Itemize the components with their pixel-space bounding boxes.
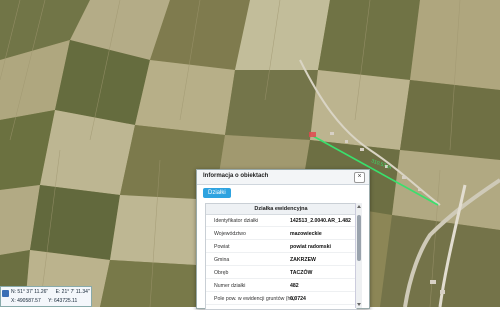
section-title: Działka ewidencyjna — [206, 204, 356, 215]
tab-dzialki[interactable]: Działki — [203, 188, 231, 198]
geo-coordinates: N: 51° 37' 11.26" E: 21° 7' 11.34" — [11, 289, 90, 295]
row-value: 482 — [290, 283, 299, 289]
projected-coordinates: X: 490587.57 Y: 643725.11 — [11, 298, 77, 304]
parcel-marker — [309, 132, 316, 137]
dialog-header: Informacja o obiektach × — [197, 170, 369, 185]
table-row: Identyfikator działki 142513_2.0040.AR_1… — [206, 215, 356, 227]
y-value: Y: 643725.11 — [48, 298, 78, 304]
row-value: ZAKRZEW — [290, 257, 316, 263]
row-key: Obręb — [214, 270, 229, 276]
dialog-scrollbar[interactable] — [355, 203, 362, 308]
scroll-down-icon[interactable] — [357, 303, 361, 306]
row-value: mazowieckie — [290, 231, 322, 237]
parcel-info-table: Działka ewidencyjna Identyfikator działk… — [205, 203, 357, 310]
coordinate-icon — [2, 290, 9, 297]
dialog-title: Informacja o obiektach — [203, 173, 269, 179]
object-info-dialog: Informacja o obiektach × Działki Działka… — [196, 169, 370, 310]
row-value: 0.0724 — [290, 296, 306, 302]
table-row: Pole pow. w ewidencji gruntów (ha) 0.072… — [206, 293, 356, 305]
row-key: Identyfikator działki — [214, 218, 259, 224]
latitude-value: N: 51° 37' 11.26" — [11, 289, 49, 295]
row-value: powiat radomski — [290, 244, 331, 250]
table-row: Gmina ZAKRZEW — [206, 254, 356, 266]
table-row: Województwo mazowieckie — [206, 228, 356, 240]
coordinates-panel: N: 51° 37' 11.26" E: 21° 7' 11.34" X: 49… — [0, 286, 92, 307]
x-value: X: 490587.57 — [11, 298, 41, 304]
longitude-value: E: 21° 7' 11.34" — [55, 289, 90, 295]
row-key: Województwo — [214, 231, 246, 237]
close-icon[interactable]: × — [354, 172, 365, 183]
table-row: Obręb TACZÓW — [206, 267, 356, 279]
scroll-up-icon[interactable] — [357, 205, 361, 208]
row-value: TACZÓW — [290, 270, 313, 276]
row-key: Pole pow. w ewidencji gruntów (ha) — [214, 296, 296, 302]
table-row: Powiat powiat radomski — [206, 241, 356, 253]
row-key: Gmina — [214, 257, 230, 263]
row-key: Numer działki — [214, 283, 246, 289]
scroll-thumb[interactable] — [357, 215, 361, 261]
row-value: 142513_2.0040.AR_1.482 — [290, 218, 351, 224]
row-key: Powiat — [214, 244, 230, 250]
table-row: Numer działki 482 — [206, 280, 356, 292]
